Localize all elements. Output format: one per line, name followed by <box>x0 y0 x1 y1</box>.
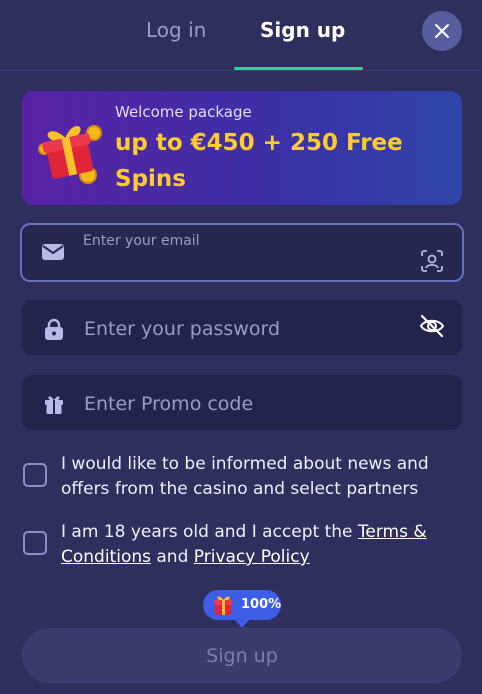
active-tab-indicator <box>234 67 363 70</box>
envelope-icon <box>42 244 64 260</box>
banner-subtitle: Welcome package <box>115 103 252 121</box>
auth-tabs: Log in Sign up <box>0 0 482 71</box>
password-field[interactable] <box>22 300 462 357</box>
news-consent-text: I would like to be informed about news a… <box>61 454 429 499</box>
age-terms-text: I am 18 years old and I accept the Terms… <box>61 520 461 570</box>
lock-icon <box>45 318 63 340</box>
email-label: Enter your email <box>83 233 200 249</box>
close-button[interactable] <box>422 11 462 51</box>
eye-off-icon[interactable] <box>418 312 446 340</box>
age-terms-middle: and <box>150 547 194 567</box>
gift-icon <box>45 396 63 414</box>
welcome-banner: Welcome package up to €450 + 250 Free Sp… <box>22 91 462 205</box>
news-consent-checkbox[interactable] <box>23 463 47 487</box>
email-input[interactable] <box>82 251 406 277</box>
bonus-badge: 100% <box>203 590 282 628</box>
age-terms-prefix: I am 18 years old and I accept the <box>61 522 358 542</box>
sign-up-button[interactable]: Sign up <box>22 628 462 683</box>
promo-code-field[interactable] <box>22 375 462 432</box>
password-input[interactable] <box>82 300 406 357</box>
gift-box-icon <box>214 596 232 615</box>
face-scan-icon[interactable] <box>420 249 444 273</box>
banner-title: up to €450 + 250 Free Spins <box>115 130 403 192</box>
bonus-badge-text: 100% <box>241 597 282 612</box>
tab-login[interactable]: Log in <box>146 18 206 42</box>
gift-box-icon <box>38 125 102 184</box>
age-terms-checkbox[interactable] <box>23 531 47 555</box>
privacy-policy-link[interactable]: Privacy Policy <box>194 547 310 567</box>
promo-code-input[interactable] <box>82 375 406 432</box>
close-icon <box>435 24 449 38</box>
tab-signup[interactable]: Sign up <box>260 18 345 42</box>
email-field[interactable]: Enter your email <box>20 223 464 282</box>
